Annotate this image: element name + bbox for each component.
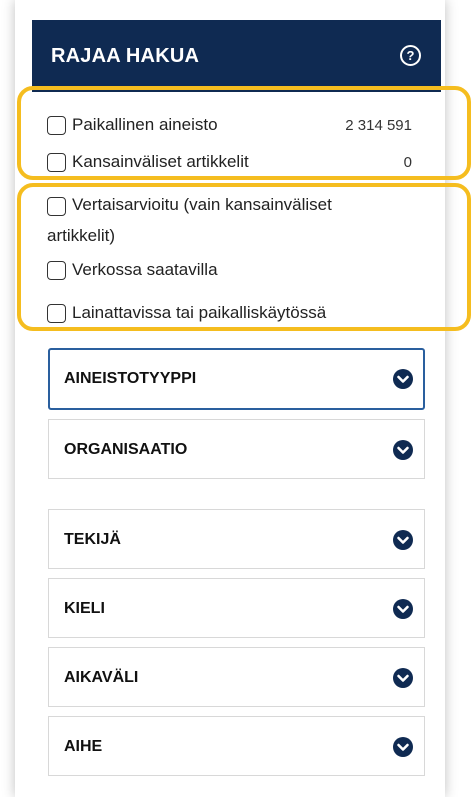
facet-label: ORGANISAATIO	[64, 441, 188, 458]
filter-label: Paikallinen aineisto	[72, 115, 218, 134]
filter-header: RAJAA HAKUA ?	[32, 20, 441, 92]
filter-label-line1: Vertaisarvioitu (vain kansainväliset	[72, 195, 332, 214]
filter-checkbox-kansainvaliset[interactable]: Kansainväliset artikkelit	[47, 152, 249, 172]
chevron-down-circle-icon	[393, 737, 413, 757]
facet-organisaatio[interactable]: ORGANISAATIO	[48, 419, 425, 479]
facet-label: AINEISTOTYYPPI	[64, 370, 197, 387]
facet-tekija[interactable]: TEKIJÄ	[48, 509, 425, 569]
facet-aineistotyyppi[interactable]: AINEISTOTYYPPI	[48, 348, 425, 410]
checkbox[interactable]	[47, 304, 66, 323]
result-count: 2 314 591	[345, 117, 412, 134]
chevron-down-circle-icon	[393, 369, 413, 389]
facet-aihe[interactable]: AIHE	[48, 716, 425, 776]
filter-label: Kansainväliset artikkelit	[72, 152, 249, 171]
filter-checkbox-lainattavissa[interactable]: Lainattavissa tai paikalliskäytössä	[47, 303, 326, 323]
question-circle-icon[interactable]: ?	[400, 45, 421, 66]
facet-kieli[interactable]: KIELI	[48, 578, 425, 638]
checkbox[interactable]	[47, 116, 66, 135]
facet-aikavali[interactable]: AIKAVÄLI	[48, 647, 425, 707]
filter-label: Vertaisarvioitu (vain kansainväliset art…	[47, 189, 407, 251]
filter-label-line2: artikkelit)	[47, 226, 116, 245]
chevron-down-circle-icon	[393, 599, 413, 619]
facet-label: TEKIJÄ	[64, 531, 121, 548]
filter-checkbox-paikallinen[interactable]: Paikallinen aineisto	[47, 115, 218, 135]
chevron-down-circle-icon	[393, 440, 413, 460]
filter-label: Verkossa saatavilla	[72, 260, 218, 279]
chevron-down-circle-icon	[393, 530, 413, 550]
filter-panel: RAJAA HAKUA ? Paikallinen aineisto 2 314…	[15, 0, 471, 797]
facet-label: AIHE	[64, 738, 103, 755]
facet-label: AIKAVÄLI	[64, 669, 139, 686]
filter-checkbox-verkossa[interactable]: Verkossa saatavilla	[47, 260, 218, 280]
facet-label: KIELI	[64, 600, 105, 617]
checkbox[interactable]	[47, 153, 66, 172]
filter-title: RAJAA HAKUA	[51, 45, 200, 67]
filter-label: Lainattavissa tai paikalliskäytössä	[72, 303, 327, 322]
chevron-down-circle-icon	[393, 668, 413, 688]
result-count: 0	[403, 154, 412, 171]
checkbox[interactable]	[47, 261, 66, 280]
